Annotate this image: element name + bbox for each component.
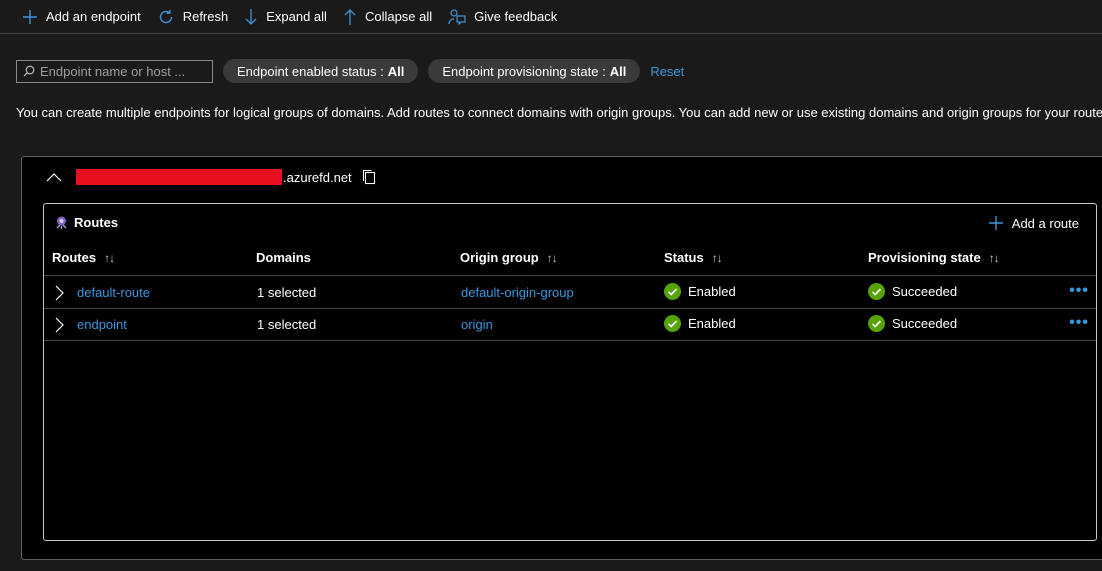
table-row: endpoint 1 selected origin Enabled Succe…: [44, 309, 1096, 341]
refresh-label: Refresh: [182, 9, 229, 24]
search-box: [16, 59, 213, 83]
route-status: Enabled: [664, 283, 736, 300]
command-bar: Add an endpoint Refresh Expand all Colla…: [0, 0, 1102, 34]
column-header-provisioning-state-label: Provisioning state: [868, 250, 981, 265]
endpoint-domain-suffix: .azurefd.net: [283, 169, 352, 185]
chevron-up-icon[interactable]: [46, 172, 62, 182]
info-text: You can create multiple endpoints for lo…: [16, 105, 1102, 120]
sort-icon: ↑↓: [988, 250, 1000, 265]
route-provisioning-state: Succeeded: [868, 283, 957, 300]
column-header-routes[interactable]: Routes ↑↓: [52, 250, 115, 265]
copy-button[interactable]: [362, 169, 376, 185]
route-name-link[interactable]: default-route: [77, 285, 150, 300]
check-circle-icon: [664, 315, 681, 332]
routes-panel: Routes Add a route Routes ↑↓ Domains Ori…: [43, 203, 1097, 541]
table-row: default-route 1 selected default-origin-…: [44, 277, 1096, 309]
column-header-provisioning-state[interactable]: Provisioning state ↑↓: [868, 250, 1000, 265]
sort-icon: ↑↓: [711, 250, 723, 265]
provisioning-state-filter[interactable]: Endpoint provisioning state : All: [428, 59, 641, 83]
collapse-all-label: Collapse all: [364, 9, 433, 24]
refresh-icon: [159, 9, 172, 23]
chevron-right-icon[interactable]: [54, 285, 64, 301]
route-status-label: Enabled: [688, 284, 736, 299]
route-provisioning-label: Succeeded: [892, 284, 958, 299]
search-input[interactable]: [35, 63, 205, 79]
add-endpoint-button[interactable]: Add an endpoint: [22, 9, 141, 25]
add-icon: [23, 9, 37, 24]
route-domains: 1 selected: [257, 285, 317, 300]
give-feedback-button[interactable]: Give feedback: [448, 8, 557, 26]
enabled-status-filter[interactable]: Endpoint enabled status : All: [223, 59, 419, 83]
more-actions-button[interactable]: •••: [1069, 282, 1089, 300]
arrow-up-icon: [344, 8, 356, 25]
arrow-down-icon: [245, 8, 257, 25]
column-header-domains: Domains: [256, 250, 311, 265]
check-circle-icon: [664, 283, 681, 300]
give-feedback-label: Give feedback: [474, 9, 558, 24]
routes-title-label: Routes: [74, 215, 119, 230]
origin-group-link[interactable]: default-origin-group: [461, 285, 574, 300]
provisioning-state-filter-label: Endpoint provisioning state :: [442, 63, 606, 79]
endpoint-card: .azurefd.net Routes Add a route Routes ↑…: [21, 156, 1102, 560]
column-header-origin-group[interactable]: Origin group ↑↓: [460, 250, 558, 265]
provisioning-state-filter-value: All: [609, 63, 627, 79]
add-route-button[interactable]: Add a route: [988, 215, 1079, 231]
column-header-domains-label: Domains: [256, 250, 311, 265]
check-circle-icon: [868, 315, 885, 332]
column-header-origin-group-label: Origin group: [460, 250, 539, 265]
column-header-routes-label: Routes: [52, 250, 97, 265]
add-route-label: Add a route: [1011, 215, 1079, 231]
routes-icon: [56, 216, 67, 229]
collapse-all-button[interactable]: Collapse all: [343, 8, 432, 26]
copy-icon: [362, 169, 375, 185]
redacted-endpoint-name: [76, 169, 282, 185]
feedback-icon: [448, 8, 466, 25]
check-circle-icon: [868, 283, 885, 300]
routes-table-header: Routes ↑↓ Domains Origin group ↑↓ Status…: [44, 248, 1096, 276]
expand-all-label: Expand all: [266, 9, 327, 24]
sort-icon: ↑↓: [546, 250, 558, 265]
chevron-right-icon[interactable]: [54, 317, 64, 333]
route-name-link[interactable]: endpoint: [77, 317, 127, 332]
origin-group-link[interactable]: origin: [461, 317, 493, 332]
more-actions-button[interactable]: •••: [1069, 314, 1089, 332]
enabled-status-filter-value: All: [387, 63, 405, 79]
enabled-status-filter-label: Endpoint enabled status :: [237, 63, 384, 79]
route-status-label: Enabled: [688, 316, 736, 331]
route-domains: 1 selected: [257, 317, 317, 332]
reset-filters-link[interactable]: Reset: [650, 64, 684, 79]
search-icon: [23, 65, 35, 77]
endpoint-header: .azurefd.net: [46, 167, 376, 187]
column-header-status-label: Status: [664, 250, 704, 265]
refresh-button[interactable]: Refresh: [157, 8, 229, 26]
route-provisioning-label: Succeeded: [892, 316, 958, 331]
sort-icon: ↑↓: [104, 250, 115, 265]
routes-title: Routes: [54, 215, 118, 230]
add-icon: [988, 216, 1003, 230]
filter-bar: Endpoint enabled status : All Endpoint p…: [16, 58, 684, 84]
add-endpoint-label: Add an endpoint: [46, 9, 141, 24]
route-status: Enabled: [664, 315, 736, 332]
route-provisioning-state: Succeeded: [868, 315, 957, 332]
column-header-status[interactable]: Status ↑↓: [664, 250, 723, 265]
expand-all-button[interactable]: Expand all: [244, 8, 327, 26]
